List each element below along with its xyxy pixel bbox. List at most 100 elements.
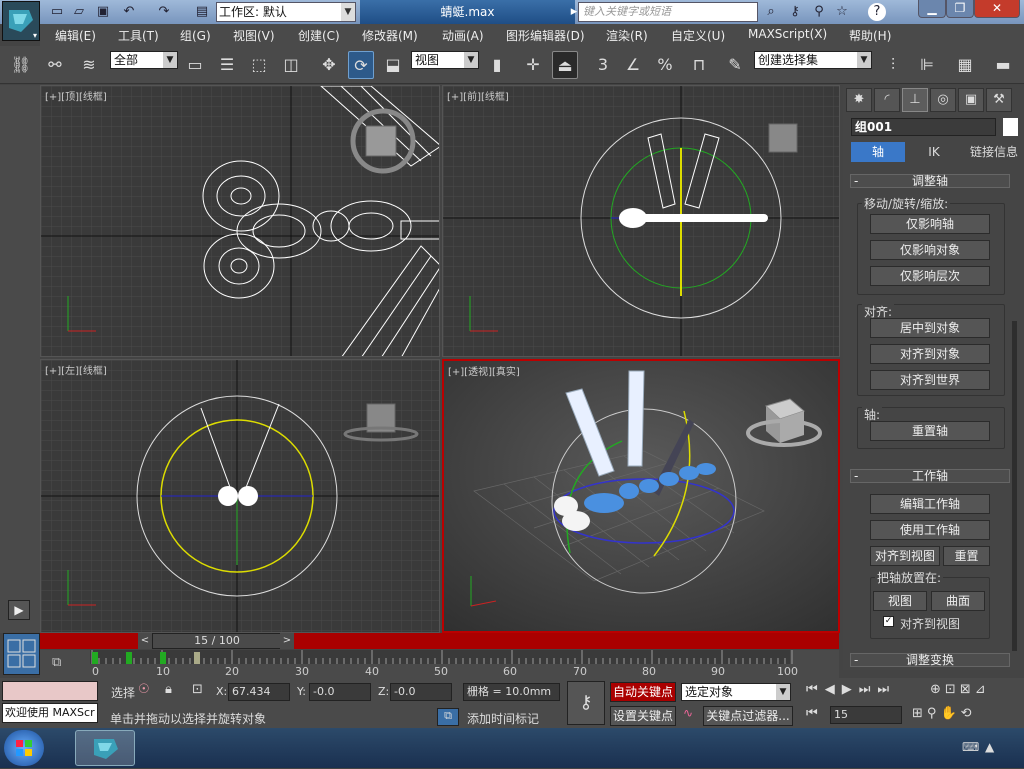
unlink-icon[interactable]: ⚯ [42, 51, 68, 79]
create-tab-icon[interactable]: ✸ [846, 88, 872, 112]
set-key-icon[interactable]: ⚷ [567, 681, 605, 725]
menu-group[interactable]: 组(G) [180, 27, 211, 44]
keyboard-shortcut-icon[interactable]: ⏏ [552, 51, 578, 79]
angle-snap-icon[interactable]: ∠ [620, 51, 646, 79]
zoom-icon[interactable]: ⚲ [927, 706, 941, 721]
layer-manager-icon[interactable]: ▦ [952, 51, 978, 79]
motion-tab-icon[interactable]: ◎ [930, 88, 956, 112]
next-frame-arrow-icon[interactable]: > [280, 633, 294, 649]
pivot-tab[interactable]: 轴 [851, 142, 905, 162]
pan-hand-icon[interactable]: ✋ [940, 706, 960, 721]
viewport-label[interactable]: [+][顶][线框] [45, 88, 107, 103]
menu-customize[interactable]: 自定义(U) [671, 27, 725, 44]
app-logo-icon[interactable]: ▾ [2, 1, 40, 41]
track-bar[interactable]: 0 10 20 30 40 50 60 70 80 90 100 [40, 650, 839, 678]
maxscript-listener-input[interactable]: 欢迎使用 MAXScr [2, 703, 98, 723]
zoom-extents-all-icon[interactable]: ⊠ [960, 682, 975, 697]
time-config-icon[interactable]: ⊞ [912, 706, 927, 721]
zoom-extents-icon[interactable]: ⊡ [945, 682, 960, 697]
menu-create[interactable]: 创建(C) [298, 27, 340, 44]
tray-arrow-icon[interactable]: ▲ [985, 740, 994, 754]
scale-icon[interactable]: ⬓ [380, 51, 406, 79]
edit-named-selection-icon[interactable]: ✎ [722, 51, 748, 79]
current-frame-field[interactable]: 15 [830, 706, 902, 724]
ref-coord-dropdown[interactable]: 视图 ▼ [411, 51, 479, 69]
x-coord-field[interactable]: 67.434 [228, 683, 290, 701]
taskbar-max-app-icon[interactable] [75, 730, 135, 766]
adjust-pivot-rollout[interactable]: - 调整轴 [850, 174, 1010, 188]
add-time-tag-label[interactable]: 添加时间标记 [467, 710, 539, 727]
lock-icon[interactable]: 🔒︎ [165, 682, 181, 700]
align-to-object-button[interactable]: 对齐到对象 [870, 344, 990, 364]
edit-working-pivot-button[interactable]: 编辑工作轴 [870, 494, 990, 514]
fov-icon[interactable]: ⊿ [975, 682, 990, 697]
help-icon[interactable]: ? [868, 3, 886, 21]
orbit-icon[interactable]: ⟲ [961, 706, 976, 721]
menu-help[interactable]: 帮助(H) [849, 27, 891, 44]
center-to-object-button[interactable]: 居中到对象 [870, 318, 990, 338]
ik-tab[interactable]: IK [907, 142, 961, 162]
affect-object-only-button[interactable]: 仅影响对象 [870, 240, 990, 260]
selection-filter-dropdown[interactable]: 全部 ▼ [110, 51, 178, 69]
named-selection-dropdown[interactable]: 创建选择集 ▼ [754, 51, 872, 69]
time-slider-thumb[interactable]: 15 / 100 [152, 633, 282, 649]
display-tab-icon[interactable]: ▣ [958, 88, 984, 112]
link-info-tab[interactable]: 链接信息 [965, 142, 1023, 162]
affect-hierarchy-only-button[interactable]: 仅影响层次 [870, 266, 990, 286]
reset-button[interactable]: 重置 [943, 546, 990, 566]
snap-toggle-icon[interactable]: 3 [590, 51, 616, 79]
play-icon[interactable]: ▶ [842, 682, 859, 697]
viewport-left[interactable]: [+][左][线框] [40, 359, 440, 633]
menu-views[interactable]: 视图(V) [233, 27, 275, 44]
working-pivot-rollout[interactable]: - 工作轴 [850, 469, 1010, 483]
curve-editor-icon[interactable]: ⧉ [52, 655, 70, 673]
object-name-field[interactable]: 组001 [851, 118, 996, 136]
move-icon[interactable]: ✥ [316, 51, 342, 79]
viewport-label[interactable]: [+][透视][真实] [448, 363, 520, 378]
menu-animation[interactable]: 动画(A) [442, 27, 484, 44]
menu-rendering[interactable]: 渲染(R) [606, 27, 648, 44]
menu-modifiers[interactable]: 修改器(M) [362, 27, 418, 44]
window-crossing-icon[interactable]: ◫ [278, 51, 304, 79]
key-icon[interactable]: ⚷ [786, 3, 804, 21]
align-to-view-button[interactable]: 对齐到视图 [870, 546, 940, 566]
prev-frame-icon[interactable]: ◀ [825, 682, 842, 697]
key-mode-toggle-icon[interactable]: ⏮ [806, 706, 818, 721]
viewport-layout-icon[interactable] [3, 633, 40, 675]
next-frame-icon[interactable]: ⏭ [859, 682, 878, 697]
go-to-start-icon[interactable]: ⏮ [806, 682, 825, 697]
use-working-pivot-button[interactable]: 使用工作轴 [870, 520, 990, 540]
reset-pivot-button[interactable]: 重置轴 [870, 421, 990, 441]
percent-snap-icon[interactable]: % [652, 51, 678, 79]
affect-pivot-only-button[interactable]: 仅影响轴 [870, 214, 990, 234]
close-icon[interactable]: ✕ [974, 0, 1020, 18]
panel-scrollbar[interactable] [1012, 321, 1017, 651]
select-manipulate-icon[interactable]: ✛ [520, 51, 546, 79]
time-tag-icon[interactable]: ⧉ [437, 708, 459, 726]
utilities-tab-icon[interactable]: ⚒ [986, 88, 1012, 112]
place-view-button[interactable]: 视图 [873, 591, 927, 611]
hierarchy-tab-icon[interactable]: ⊥ [902, 88, 928, 112]
menu-maxscript[interactable]: MAXScript(X) [748, 27, 827, 41]
adjust-transform-rollout[interactable]: - 调整变换 [850, 653, 1010, 667]
align-icon[interactable]: ⊫ [914, 51, 940, 79]
pivot-center-icon[interactable]: ▮ [484, 51, 510, 79]
keyboard-tray-icon[interactable]: ⌨ [962, 740, 979, 754]
auto-key-button[interactable]: 自动关键点 [610, 682, 676, 702]
select-by-name-icon[interactable]: ☰ [214, 51, 240, 79]
redo-icon[interactable]: ↷ [155, 3, 173, 21]
rect-selection-icon[interactable]: ⬚ [246, 51, 272, 79]
expand-arrow-icon[interactable]: ▶ [8, 600, 30, 620]
project-folder-icon[interactable]: ▤ [193, 3, 211, 21]
menu-edit[interactable]: 编辑(E) [55, 27, 96, 44]
new-icon[interactable]: ▭ [48, 3, 66, 21]
spinner-snap-icon[interactable]: ⊓ [686, 51, 712, 79]
ribbon-icon[interactable]: ▬ [990, 51, 1016, 79]
align-to-world-button[interactable]: 对齐到世界 [870, 370, 990, 390]
menu-tools[interactable]: 工具(T) [118, 27, 159, 44]
viewport-label[interactable]: [+][前][线框] [447, 88, 509, 103]
undo-icon[interactable]: ↶ [120, 3, 138, 21]
viewport-perspective[interactable]: [+][透视][真实] [442, 359, 840, 633]
maximize-icon[interactable]: ❐ [946, 0, 974, 18]
absolute-mode-icon[interactable]: ⊡ [192, 682, 208, 700]
